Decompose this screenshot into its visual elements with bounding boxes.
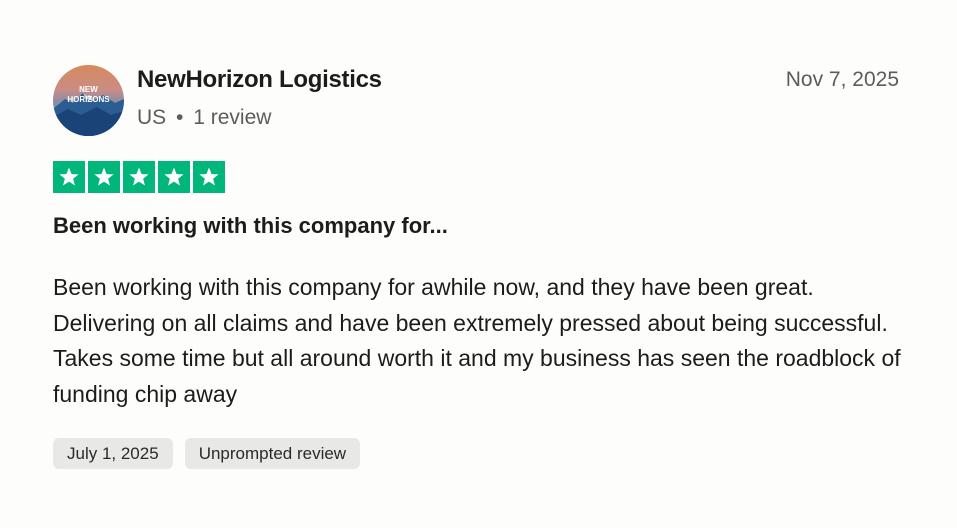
review-date: Nov 7, 2025 [785,68,899,91]
star-icon [123,161,155,193]
experience-date-tag: July 1, 2025 [53,438,173,469]
reviewer-meta: US • 1 review [137,106,271,130]
star-icon [158,161,190,193]
avatar-logo-image: NEW HORIZONS [53,65,124,136]
review-card: NEW HORIZONS NewHorizon Logistics US • 1… [0,0,957,528]
reviewer-country: US [137,106,167,129]
reviewer-avatar[interactable]: NEW HORIZONS [53,65,124,136]
reviewer-review-count[interactable]: 1 review [193,106,271,129]
review-body: Been working with this company for awhil… [53,274,901,407]
unprompted-review-tag[interactable]: Unprompted review [184,438,361,469]
meta-separator: • [176,106,184,129]
reviewer-name[interactable]: NewHorizon Logistics [137,66,382,94]
star-rating [53,161,225,193]
avatar-text-line2: HORIZONS [67,95,110,104]
review-title[interactable]: Been working with this company for... [53,213,448,239]
avatar-text-line1: NEW [79,85,98,94]
star-icon [88,161,120,193]
star-icon [193,161,225,193]
review-tags: July 1, 2025 Unprompted review [53,438,361,469]
star-icon [53,161,85,193]
